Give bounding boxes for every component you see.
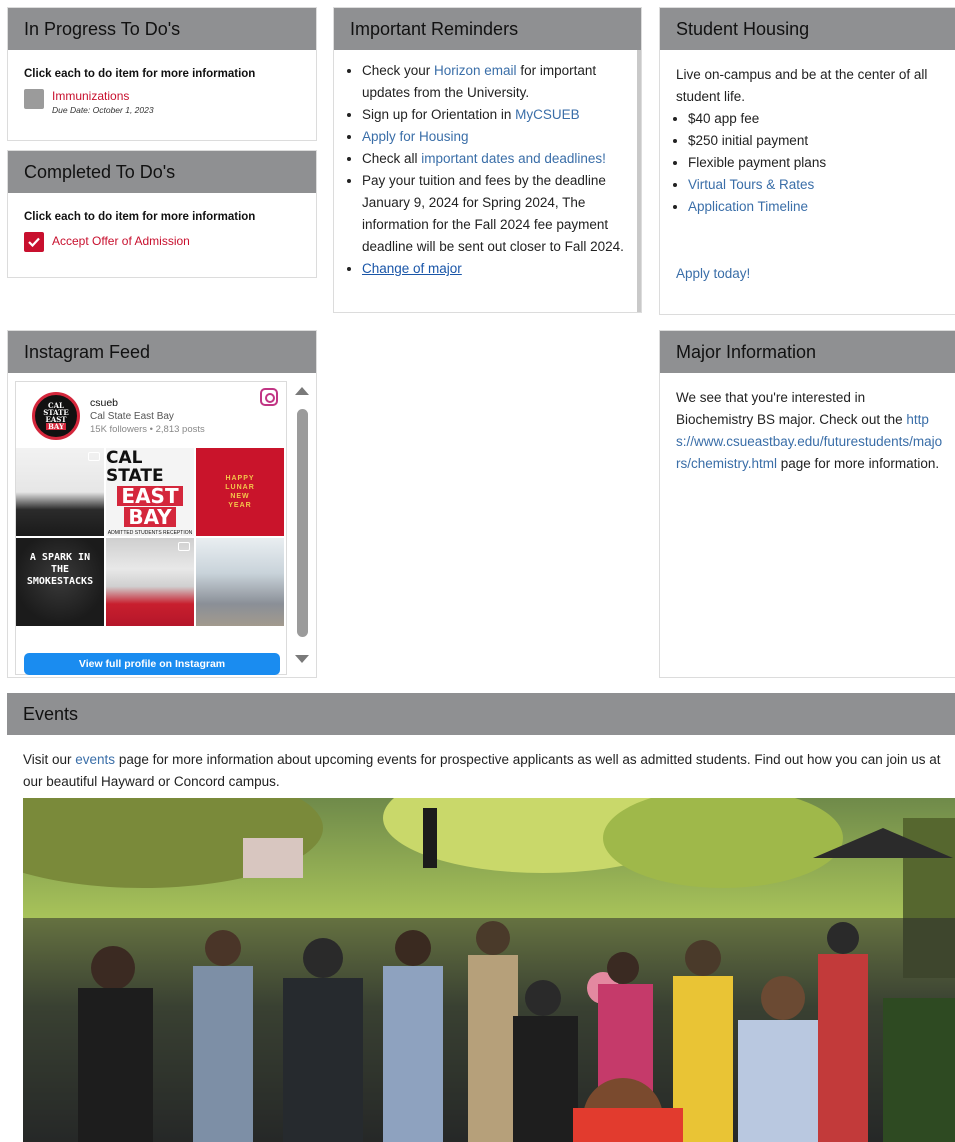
scroll-thumb[interactable] <box>297 409 308 637</box>
housing-bullet: Flexible payment plans <box>688 152 943 174</box>
instagram-scrollbar[interactable] <box>295 381 309 671</box>
instagram-stats: 15K followers • 2,813 posts <box>90 424 205 435</box>
apply-housing-link[interactable]: Apply for Housing <box>362 129 469 144</box>
horizon-email-link[interactable]: Horizon email <box>434 63 517 78</box>
student-housing-card: Student Housing Live on-campus and be at… <box>659 7 955 315</box>
unchecked-box-icon[interactable] <box>24 89 44 109</box>
post-text: CAL STATE <box>106 448 164 486</box>
change-of-major-link[interactable]: Change of major <box>362 261 462 276</box>
reminder-item: Check all important dates and deadlines! <box>362 148 631 170</box>
important-dates-link[interactable]: important dates and deadlines! <box>421 151 606 166</box>
video-icon <box>178 542 190 551</box>
reminders-title: Important Reminders <box>334 8 641 50</box>
apply-today-link[interactable]: Apply today! <box>676 266 750 281</box>
completed-todos-card: Completed To Do's Click each to do item … <box>7 150 317 278</box>
events-card: Events Visit our events page for more in… <box>7 693 955 1142</box>
view-profile-button[interactable]: View full profile on Instagram <box>24 653 280 675</box>
post-text: EAST <box>117 485 183 506</box>
important-reminders-card: Important Reminders Check your Horizon e… <box>333 7 642 313</box>
todo-item-accept-offer[interactable]: Accept Offer of Admission <box>24 232 300 252</box>
todo-due-date: Due Date: October 1, 2023 <box>52 105 154 115</box>
reminders-list: Check your Horizon email for important u… <box>334 50 641 280</box>
todo-link-accept-offer[interactable]: Accept Offer of Admission <box>52 234 190 248</box>
events-title: Events <box>7 693 955 735</box>
checkmark-icon[interactable] <box>24 232 44 252</box>
todo-item-immunizations[interactable]: Immunizations Due Date: October 1, 2023 <box>24 89 300 115</box>
instagram-icon[interactable] <box>260 388 278 406</box>
reminder-item: Sign up for Orientation in MyCSUEB <box>362 104 631 126</box>
housing-list: $40 app fee $250 initial payment Flexibl… <box>676 108 943 218</box>
major-information-card: Major Information We see that you're int… <box>659 330 955 678</box>
instagram-post[interactable]: A SPARK IN THE SMOKESTACKS <box>16 538 104 626</box>
instagram-feed-card: Instagram Feed CAL STATE EAST BAY csueb … <box>7 330 317 678</box>
instagram-profile[interactable]: CAL STATE EAST BAY csueb Cal State East … <box>16 382 286 448</box>
reminder-item: Change of major <box>362 258 631 280</box>
instagram-grid: CAL STATE EAST BAY ADMITTED STUDENTS REC… <box>16 448 286 626</box>
housing-link-item: Virtual Tours & Rates <box>688 174 943 196</box>
completed-title: Completed To Do's <box>8 151 316 193</box>
housing-link-item: Application Timeline <box>688 196 943 218</box>
housing-title: Student Housing <box>660 8 955 50</box>
post-text: HAPPY LUNAR NEW YEAR <box>225 475 255 509</box>
reminder-item: Pay your tuition and fees by the deadlin… <box>362 170 631 258</box>
in-progress-title: In Progress To Do's <box>8 8 316 50</box>
instagram-post[interactable] <box>196 538 284 626</box>
instagram-post[interactable]: CAL STATE EAST BAY ADMITTED STUDENTS REC… <box>106 448 194 536</box>
housing-intro: Live on-campus and be at the center of a… <box>676 67 928 104</box>
video-icon <box>88 452 100 461</box>
application-timeline-link[interactable]: Application Timeline <box>688 199 808 214</box>
in-progress-todos-card: In Progress To Do's Click each to do ite… <box>7 7 317 141</box>
major-title: Major Information <box>660 331 955 373</box>
reminders-scrollbar[interactable] <box>637 50 641 312</box>
instagram-title: Instagram Feed <box>8 331 316 373</box>
events-description: Visit our events page for more informati… <box>23 752 941 789</box>
instagram-handle: csueb <box>90 397 119 409</box>
post-text: A SPARK IN THE SMOKESTACKS <box>26 552 94 587</box>
mycsueb-link[interactable]: MyCSUEB <box>515 107 580 122</box>
instagram-widget: CAL STATE EAST BAY csueb Cal State East … <box>15 381 287 675</box>
major-text: We see that you're interested in Biochem… <box>676 390 943 471</box>
events-link[interactable]: events <box>75 752 115 767</box>
instagram-name: Cal State East Bay <box>90 411 174 422</box>
instagram-post[interactable] <box>106 538 194 626</box>
todo-link-immunizations[interactable]: Immunizations <box>52 89 154 103</box>
instagram-post[interactable]: HAPPY LUNAR NEW YEAR <box>196 448 284 536</box>
csueb-logo: CAL STATE EAST BAY <box>32 392 80 440</box>
housing-bullet: $250 initial payment <box>688 130 943 152</box>
scroll-up-icon[interactable] <box>295 387 309 395</box>
reminder-item: Check your Horizon email for important u… <box>362 60 631 104</box>
completed-instruction: Click each to do item for more informati… <box>24 211 256 223</box>
reminder-item: Apply for Housing <box>362 126 631 148</box>
housing-bullet: $40 app fee <box>688 108 943 130</box>
instagram-post[interactable] <box>16 448 104 536</box>
scroll-down-icon[interactable] <box>295 655 309 663</box>
post-subtext: ADMITTED STUDENTS RECEPTION <box>107 529 193 536</box>
virtual-tours-link[interactable]: Virtual Tours & Rates <box>688 177 814 192</box>
events-photo <box>23 798 955 1142</box>
in-progress-instruction: Click each to do item for more informati… <box>24 68 256 80</box>
post-text: BAY <box>124 506 176 527</box>
